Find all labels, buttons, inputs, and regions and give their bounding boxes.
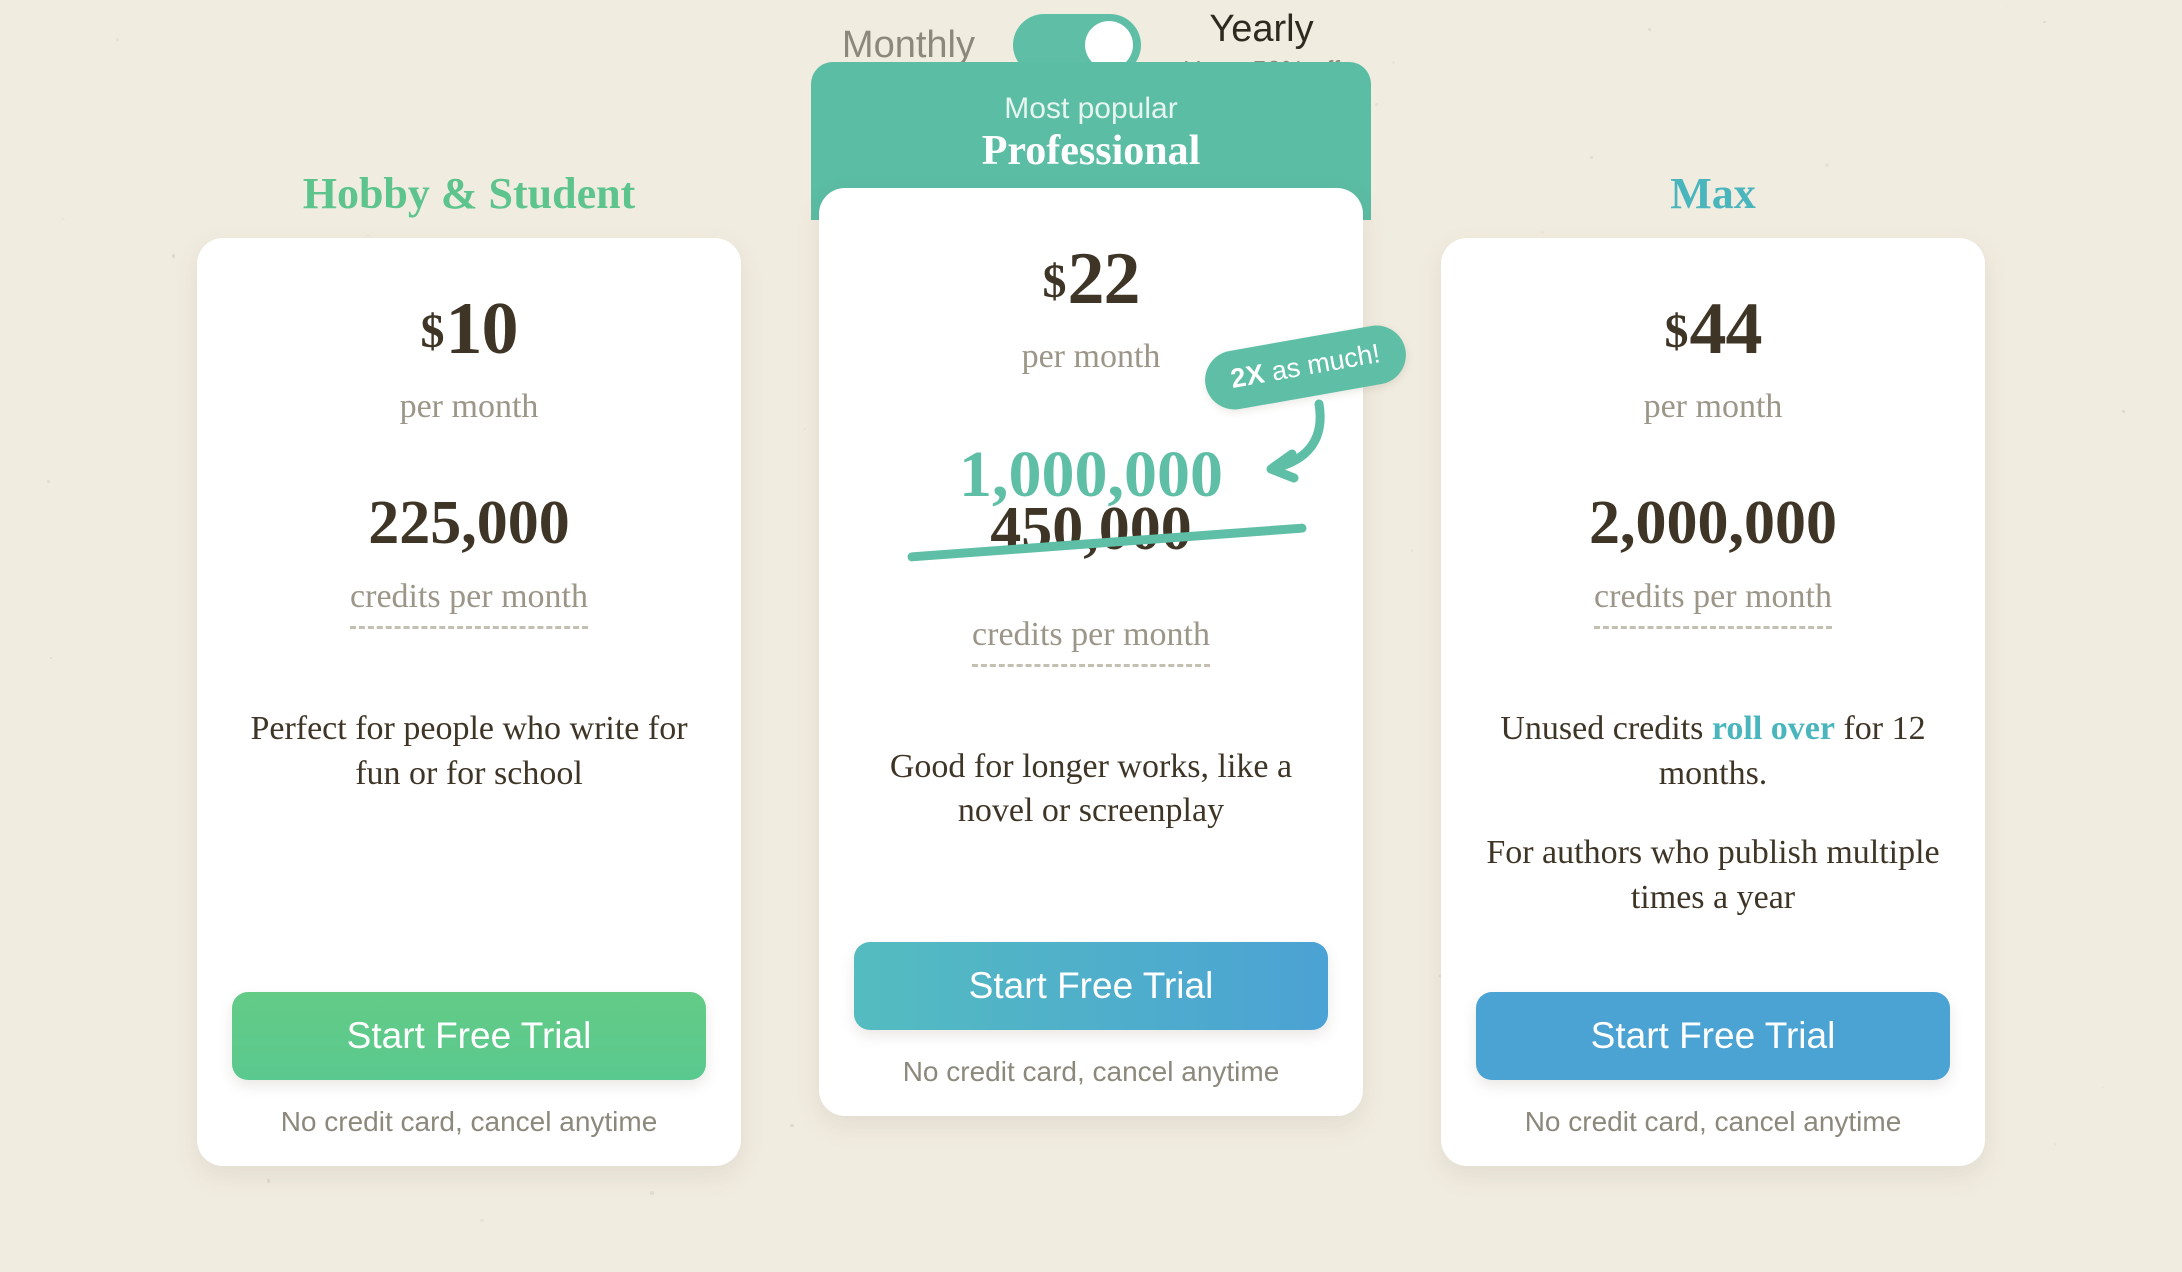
plan-title-professional: Professional [981,128,1201,174]
plan-description-professional: Good for longer works, like a novel or s… [889,747,1293,830]
fine-print-hobby: No credit card, cancel anytime [280,1106,658,1137]
price-period-professional: per month [1021,337,1161,375]
credits-label-professional: credits per month [972,617,1210,667]
credits-label-hobby: credits per month [350,580,588,629]
start-free-trial-button-max[interactable]: Start Free Trial [1476,992,1950,1080]
price-amount: 10 [445,288,519,370]
start-free-trial-button-professional[interactable]: Start Free Trial [854,941,1328,1030]
most-popular-kicker: Most popular [1004,92,1178,125]
price-period-max: per month [1643,388,1783,425]
plan-price-hobby: $10 [420,292,519,366]
plan-body-hobby: $10 per month 225,000 credits per month … [197,238,741,1166]
fine-print-professional: No credit card, cancel anytime [902,1055,1280,1087]
credits-amount-hobby: 225,000 [368,489,570,557]
price-amount: 22 [1067,237,1141,320]
billing-monthly-label[interactable]: Monthly [842,10,975,64]
promo-badge-rest: as much! [1261,337,1383,388]
price-period-hobby: per month [399,388,539,425]
credits-block-max: 2,000,000 credits per month [1475,492,1951,629]
plan-card-max: Max $44 per month 2,000,000 credits per … [1433,150,1993,1166]
plan-title-max: Max [1670,169,1756,218]
plan-card-professional: Most popular Professional $22 per month … [811,62,1411,1116]
plan-body-professional: $22 per month 2X as much! 1,000,000 450,… [819,187,1411,1116]
plan-description-hobby: Perfect for people who write for fun or … [250,710,688,792]
rollover-link[interactable]: roll over [1712,710,1835,747]
rollover-note-max: Unused credits roll over for 12 months. [1475,707,1951,797]
plan-title-hobby: Hobby & Student [302,169,636,218]
promo-badge-strong: 2X [1228,357,1267,394]
plan-body-max: $44 per month 2,000,000 credits per mont… [1441,238,1985,1166]
curved-arrow-icon [1266,399,1325,482]
cta-group-professional: Start Free Trial No credit card, cancel … [853,941,1329,1116]
credits-amount-max: 2,000,000 [1589,489,1837,557]
credits-label-max: credits per month [1594,580,1832,629]
credits-block-hobby: 225,000 credits per month [231,492,707,629]
currency-symbol: $ [1042,254,1067,308]
cta-group-hobby: Start Free Trial No credit card, cancel … [231,992,707,1166]
plan-card-hobby: Hobby & Student $10 per month 225,000 cr… [189,150,749,1166]
billing-yearly-label: Yearly [1209,8,1314,50]
price-amount: 44 [1689,288,1763,370]
fine-print-max: No credit card, cancel anytime [1524,1106,1902,1137]
plan-price-professional: $22 [1042,242,1141,316]
pricing-plans: Hobby & Student $10 per month 225,000 cr… [0,62,2182,1166]
currency-symbol: $ [1664,305,1689,358]
currency-symbol: $ [420,305,445,358]
rollover-prefix: Unused credits [1500,710,1712,747]
start-free-trial-button-hobby[interactable]: Start Free Trial [232,992,706,1080]
plan-price-max: $44 [1664,292,1763,366]
cta-group-max: Start Free Trial No credit card, cancel … [1475,992,1951,1166]
plan-description-max: For authors who publish multiple times a… [1486,833,1940,916]
